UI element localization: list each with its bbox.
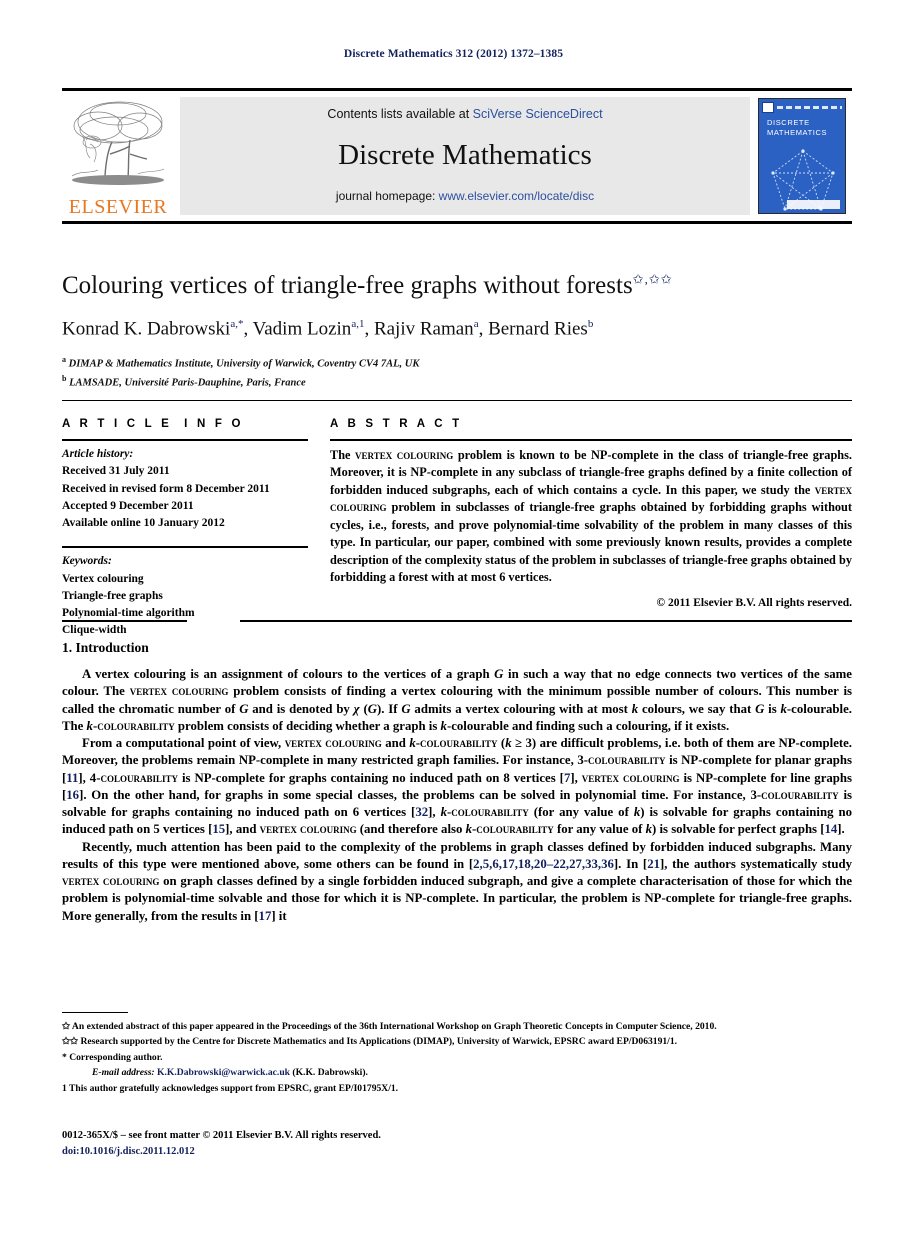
history-item: Accepted 9 December 2011 [62,499,194,512]
history-item: Received in revised form 8 December 2011 [62,482,270,495]
journal-title: Discrete Mathematics [338,138,592,171]
affiliation-b: b LAMSADE, Université Paris-Dauphine, Pa… [62,373,852,392]
journal-masthead: ELSEVIER Contents lists available at Sci… [62,88,852,224]
paper-title-text: Colouring vertices of triangle-free grap… [62,272,633,299]
keywords-label: Keywords: [62,555,112,568]
footnote-mark: ✩✩ [62,1036,79,1048]
article-history-block: Article history: Received 31 July 2011 R… [62,441,308,532]
footnote-text: This author gratefully acknowledges supp… [69,1082,399,1094]
section-heading-introduction: 1. Introduction [62,640,149,655]
abstract-column: A B S T R A C T The vertex colouring pro… [330,418,852,609]
imprint-front-matter: 0012-365X/$ – see front matter © 2011 El… [62,1130,381,1141]
footnote-item: * Corresponding author. [62,1051,852,1065]
elsevier-wordmark: ELSEVIER [68,196,168,218]
footnote-email-text: E-mail address: K.K.Dabrowski@warwick.ac… [92,1067,368,1079]
page-title: Colouring vertices of triangle-free grap… [62,272,852,301]
paper-page: Discrete Mathematics 312 (2012) 1372–138… [0,0,907,1238]
body-paragraph: From a computational point of view, vert… [62,736,853,837]
contents-band: Contents lists available at SciVerse Sci… [180,97,750,215]
article-info-heading: A R T I C L E I N F O [62,418,308,430]
info-band-top-rule [62,400,852,401]
elsevier-tree-icon [71,101,165,185]
affiliation-mark-a: a [62,355,66,365]
imprint-block: 0012-365X/$ – see front matter © 2011 El… [62,1128,662,1160]
affiliation-list: a DIMAP & Mathematics Institute, Univers… [62,354,852,392]
keyword-item: Vertex colouring [62,572,144,585]
article-info-column: A R T I C L E I N F O Article history: R… [62,418,308,640]
abstract-heading: A B S T R A C T [330,418,463,430]
cover-title-line2: MATHEMATICS [767,128,828,138]
article-history-label: Article history: [62,448,134,460]
elsevier-logo: ELSEVIER [62,91,172,221]
body-column: 1. Introduction A vertex colouring is an… [62,640,852,925]
cover-badge-icon [762,102,774,113]
keyword-item: Clique-width [62,624,127,637]
footnote-mark: * [62,1051,67,1063]
affiliation-mark-b: b [62,373,67,383]
history-item: Received 31 July 2011 [62,465,170,478]
abstract-copyright: © 2011 Elsevier B.V. All rights reserved… [656,596,852,609]
cover-topbar [762,102,842,113]
keyword-item: Triangle-free graphs [62,589,163,602]
body-rule-left [62,620,187,622]
contents-available-line: Contents lists available at SciVerse Sci… [327,107,602,121]
running-head: Discrete Mathematics 312 (2012) 1372–138… [343,48,564,60]
footnote-text: An extended abstract of this paper appea… [71,1021,717,1032]
footnote-item: ✩✩ Research supported by the Centre for … [62,1035,852,1049]
title-block: Colouring vertices of triangle-free grap… [62,272,852,392]
footnote-text: Corresponding author. [69,1051,163,1063]
abstract-text: The vertex colouring problem is known to… [330,448,852,585]
footnote-mark: 1 [62,1082,67,1094]
doi-link[interactable]: doi:10.1016/j.disc.2011.12.012 [62,1144,662,1160]
homepage-prefix: journal homepage: [335,189,439,203]
contents-prefix: Contents lists available at [327,107,473,121]
author-list: Konrad K. Dabrowskia,*, Vadim Lozina,1, … [62,317,594,340]
cover-issue-microtext [777,106,842,109]
cover-title: DISCRETE MATHEMATICS [767,118,827,138]
article-info-heading-left: A R T I C L E [62,418,172,430]
cover-title-line1: DISCRETE [767,118,810,127]
body-rule-right [240,620,852,622]
footnote-mark: ✩ [62,1021,71,1032]
footnote-separator-rule [62,1012,128,1013]
keywords-block: Keywords: Vertex colouring Triangle-free… [62,548,308,639]
footnote-block: ✩ An extended abstract of this paper app… [62,1020,852,1097]
footnote-item: 1 This author gratefully acknowledges su… [62,1082,852,1096]
cover-footer-band [787,200,840,209]
journal-homepage-link[interactable]: www.elsevier.com/locate/disc [439,189,594,203]
footnote-text: Research supported by the Centre for Dis… [80,1036,678,1048]
body-paragraph: Recently, much attention has been paid t… [62,839,853,923]
body-paragraph: A vertex colouring is an assignment of c… [62,667,852,733]
affiliation-text-b: LAMSADE, Université Paris-Dauphine, Pari… [69,377,306,389]
journal-cover-thumbnail: DISCRETE MATHEMATICS [758,98,846,214]
footnote-item: ✩ An extended abstract of this paper app… [62,1020,852,1034]
affiliation-text-a: DIMAP & Mathematics Institute, Universit… [68,358,420,370]
article-info-heading-right: I N F O [184,418,244,430]
sciencedirect-link[interactable]: SciVerse ScienceDirect [473,107,603,121]
affiliation-a: a DIMAP & Mathematics Institute, Univers… [62,354,852,373]
journal-homepage-line: journal homepage: www.elsevier.com/locat… [336,189,594,203]
title-footnote-marks: ✩,✩✩ [632,271,673,287]
footnote-item-email: E-mail address: K.K.Dabrowski@warwick.ac… [62,1066,852,1080]
history-item: Available online 10 January 2012 [62,517,225,529]
